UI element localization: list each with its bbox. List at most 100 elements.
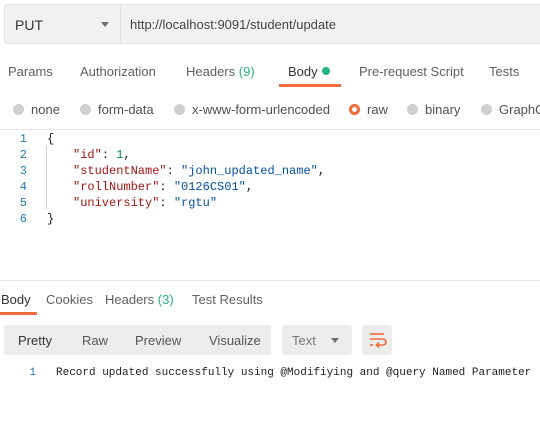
json-key: "university" [73,196,160,210]
radio-raw[interactable]: raw [349,102,388,117]
line-number: 4 [19,180,27,194]
line-number: 6 [19,212,27,226]
tab-label: Headers [105,292,155,307]
code-text: { [47,132,55,146]
request-bar: PUT http://localhost:9091/student/update [0,0,540,48]
active-tab-indicator [279,84,341,87]
format-select[interactable]: Text [282,325,352,355]
json-value: "0126CS01" [173,180,246,194]
json-comma: , [317,164,326,178]
tab-label: Pre-request Script [359,64,464,79]
tab-label: Cookies [46,292,93,307]
request-tabs: Params Authorization Headers (9) Body Pr… [0,56,540,88]
json-separator: : [159,180,174,194]
code-text: "studentName": "john_updated_name", [73,164,325,178]
indent-guide [46,145,47,209]
code-text: "rollNumber": "0126CS01", [73,180,253,194]
tab-authorization[interactable]: Authorization [80,64,156,79]
line-number: 1 [19,132,27,146]
json-separator: : [159,196,174,210]
active-tab-indicator [0,312,37,315]
tab-params[interactable]: Params [8,64,53,79]
tab-body[interactable]: Body [288,64,330,79]
url-text: http://localhost:9091/student/update [130,17,336,32]
response-text: Record updated successfully using @Modif… [56,367,532,379]
view-raw-button[interactable]: Raw [82,333,108,348]
json-key: "studentName" [73,164,167,178]
json-key: "id" [73,148,102,162]
tab-count-badge: (3) [157,292,174,307]
radio-graphql[interactable]: GraphQ [481,102,540,117]
tab-count-badge: (9) [238,64,255,79]
view-pretty-button[interactable]: Pretty [18,333,52,348]
radio-none[interactable]: none [13,102,60,117]
json-separator: : [166,164,182,178]
radio-circle-icon [174,104,185,115]
radio-label: GraphQ [499,102,540,117]
method-label: PUT [15,17,43,33]
method-select[interactable]: PUT [4,4,120,44]
tab-label: Tests [489,64,520,79]
tab-label: Test Results [192,292,263,307]
radio-circle-icon [13,104,24,115]
radio-label: x-www-form-urlencoded [192,102,330,117]
code-text: "id": 1, [73,148,131,162]
line-number: 1 [29,367,36,379]
radio-label: form-data [98,102,154,117]
json-value: "rgtu" [173,196,218,210]
response-view-group: Pretty Raw Preview Visualize [4,325,271,355]
radio-label: none [31,102,60,117]
wrap-lines-button[interactable] [362,325,392,355]
tab-label: Body [288,64,318,79]
chevron-down-icon [101,22,109,27]
chevron-down-icon [331,338,339,343]
json-value: "john_updated_name" [181,164,318,178]
tab-pre-request-script[interactable]: Pre-request Script [359,64,464,79]
request-body-editor[interactable]: 1 { 2 "id": 1, 3 "studentName": "john_up… [0,130,540,280]
line-number: 2 [19,148,27,162]
editor-line: 3 "studentName": "john_updated_name", [0,164,540,180]
json-separator: : [101,148,117,162]
view-visualize-button[interactable]: Visualize [209,333,261,348]
radio-circle-icon [481,104,492,115]
code-text: "university": "rgtu" [73,196,217,210]
editor-line: 4 "rollNumber": "0126CS01", [0,180,540,196]
editor-line: 5 "university": "rgtu" [0,196,540,212]
tab-tests[interactable]: Tests [489,64,519,79]
line-number: 5 [19,196,27,210]
code-text: } [47,212,55,226]
radio-circle-icon [407,104,418,115]
radio-circle-icon [80,104,91,115]
view-preview-button[interactable]: Preview [135,333,181,348]
editor-line: 2 "id": 1, [0,148,540,164]
line-number: 3 [19,164,27,178]
divider [0,280,540,281]
body-type-radios: none form-data x-www-form-urlencoded raw… [0,96,540,122]
radio-binary[interactable]: binary [407,102,460,117]
url-input[interactable]: http://localhost:9091/student/update [120,4,540,44]
tab-cookies[interactable]: Cookies [46,292,93,307]
modified-dot-icon [321,67,330,75]
radio-form-data[interactable]: form-data [80,102,154,117]
response-tabs: Body Cookies Headers (3) Test Results [0,284,540,316]
tab-label: Body [1,292,31,307]
tab-response-headers[interactable]: Headers (3) [105,292,174,307]
radio-x-www-form-urlencoded[interactable]: x-www-form-urlencoded [174,102,330,117]
response-body-line: 1 Record updated successfully using @Mod… [0,367,540,383]
tab-label: Authorization [80,64,156,79]
radio-selected-icon [349,104,360,115]
editor-line: 1 { [0,132,540,148]
tab-response-body[interactable]: Body [1,292,31,307]
json-key: "rollNumber" [73,180,160,194]
radio-label: raw [367,102,388,117]
wrap-lines-icon [370,333,387,349]
radio-label: binary [425,102,461,117]
tab-label: Params [8,64,53,79]
json-comma: , [245,180,254,194]
editor-line: 6 } [0,212,540,228]
tab-test-results[interactable]: Test Results [192,292,263,307]
json-comma: , [123,148,131,162]
format-label: Text [292,333,316,348]
tab-headers[interactable]: Headers (9) [186,64,255,79]
tab-label: Headers [186,64,236,79]
